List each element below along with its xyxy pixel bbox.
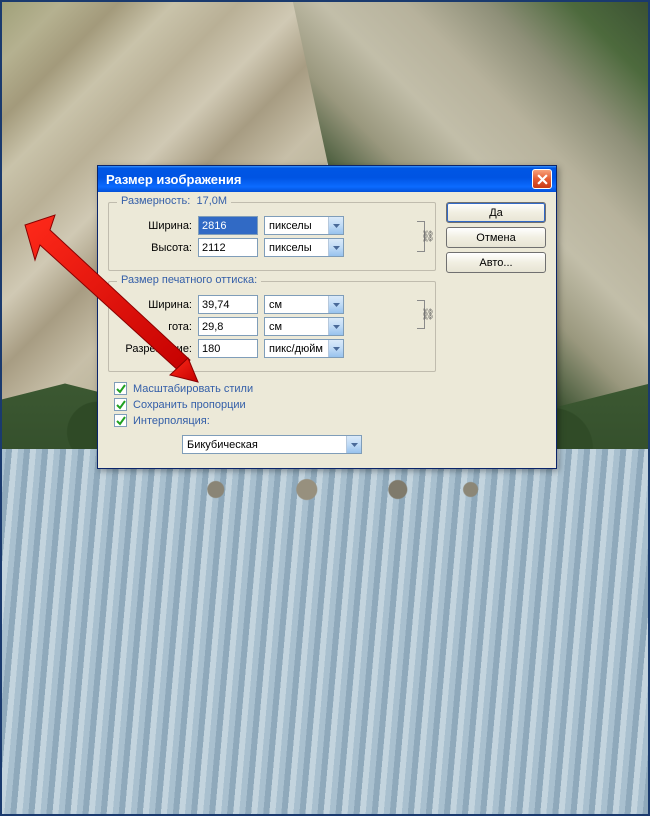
pixel-dimensions-group: Размерность: 17,0M Ширина: пикселы [108,202,436,271]
px-height-label: Высота: [117,242,192,254]
scale-styles-checkbox[interactable] [114,382,127,395]
doc-width-input[interactable] [198,295,258,314]
doc-width-unit-select[interactable]: см [264,295,344,314]
px-link-bracket: ⛓ [413,217,427,256]
check-icon [116,400,126,410]
check-icon [116,416,126,426]
print-size-group: Размер печатного оттиска: Ширина: см [108,281,436,372]
auto-button[interactable]: Авто... [446,252,546,273]
resolution-label: Разрешение: [117,343,192,355]
doc-width-label: Ширина: [117,299,192,311]
close-button[interactable] [532,169,552,189]
px-width-label: Ширина: [117,220,192,232]
px-width-input[interactable] [198,216,258,235]
dialog-title: Размер изображения [106,172,241,187]
interpolation-select[interactable]: Бикубическая [182,435,362,454]
chevron-down-icon [333,303,340,307]
scale-styles-label: Масштабировать стили [133,383,253,395]
px-height-input[interactable] [198,238,258,257]
resample-checkbox[interactable] [114,414,127,427]
px-height-unit-select[interactable]: пикселы [264,238,344,257]
resolution-input[interactable] [198,339,258,358]
ok-button[interactable]: Да [446,202,546,223]
image-size-dialog: Размер изображения Размерность: 17,0M Ши… [97,165,557,469]
resolution-unit-select[interactable]: пикс/дюйм [264,339,344,358]
print-size-legend: Размер печатного оттиска: [117,274,261,286]
doc-link-bracket: ⛓ [413,296,427,333]
link-icon: ⛓ [421,230,433,244]
check-icon [116,384,126,394]
chevron-down-icon [333,246,340,250]
chevron-down-icon [333,347,340,351]
link-icon: ⛓ [421,308,433,322]
doc-height-input[interactable] [198,317,258,336]
constrain-proportions-checkbox[interactable] [114,398,127,411]
doc-height-unit-select[interactable]: см [264,317,344,336]
px-width-unit-select[interactable]: пикселы [264,216,344,235]
chevron-down-icon [333,224,340,228]
titlebar[interactable]: Размер изображения [98,166,556,192]
resample-label: Интерполяция: [133,415,210,427]
pixel-dimensions-legend: Размерность: 17,0M [117,195,231,207]
close-icon [537,174,548,185]
cancel-button[interactable]: Отмена [446,227,546,248]
doc-height-label: гота: [117,321,192,333]
chevron-down-icon [333,325,340,329]
constrain-proportions-label: Сохранить пропорции [133,399,246,411]
chevron-down-icon [351,443,358,447]
